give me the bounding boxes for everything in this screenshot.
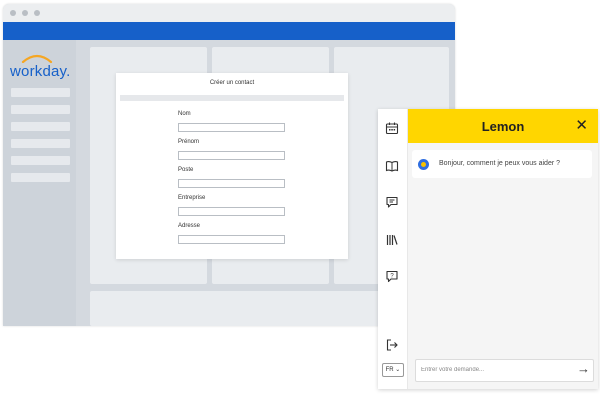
- sidebar-item[interactable]: [11, 139, 70, 148]
- sidebar-item[interactable]: [11, 173, 70, 182]
- language-select[interactable]: FR ⌄: [382, 363, 404, 377]
- window-maximize-dot[interactable]: [34, 10, 40, 16]
- brand-text: workday.: [10, 63, 71, 80]
- bot-message-text: Bonjour, comment je peux vous aider ?: [439, 160, 561, 167]
- field-label-adresse: Adresse: [178, 223, 201, 229]
- sidebar: workday.: [3, 40, 76, 326]
- entreprise-field[interactable]: [178, 207, 285, 216]
- nom-field[interactable]: [178, 123, 285, 132]
- bot-avatar-icon: [418, 159, 429, 170]
- dialog-title: Créer un contact: [209, 80, 255, 86]
- chat-input-row: →: [415, 359, 594, 382]
- close-icon[interactable]: ✕: [575, 116, 588, 134]
- workday-arc-icon: [21, 54, 53, 63]
- lemon-assistant-panel: ? FR ⌄ Lemon ✕ Bonjour, comment je peux …: [378, 109, 598, 389]
- chat-input[interactable]: [421, 364, 566, 376]
- chat-header: Lemon ✕: [408, 109, 598, 143]
- window-titlebar: [3, 4, 455, 22]
- field-label-nom: Nom: [178, 111, 191, 117]
- chat-icon[interactable]: [385, 195, 399, 209]
- dialog-toolbar: [120, 95, 344, 101]
- window-close-dot[interactable]: [10, 10, 16, 16]
- field-label-entreprise: Entreprise: [178, 195, 206, 201]
- field-label-poste: Poste: [178, 167, 194, 173]
- sidebar-item[interactable]: [11, 105, 70, 114]
- prenom-field[interactable]: [178, 151, 285, 160]
- adresse-field[interactable]: [178, 235, 285, 244]
- chat-area: Lemon ✕ Bonjour, comment je peux vous ai…: [408, 109, 598, 389]
- logout-icon[interactable]: [385, 338, 399, 352]
- book-icon[interactable]: [385, 159, 399, 173]
- sidebar-item[interactable]: [11, 156, 70, 165]
- sidebar-item[interactable]: [11, 88, 70, 97]
- sidebar-item[interactable]: [11, 122, 70, 131]
- library-icon[interactable]: [385, 233, 399, 247]
- bot-message: Bonjour, comment je peux vous aider ?: [412, 150, 592, 178]
- help-icon[interactable]: ?: [385, 269, 399, 283]
- top-navbar: [3, 22, 455, 40]
- create-contact-dialog: Créer un contact Nom Prénom Poste Entrep…: [116, 73, 348, 259]
- workday-logo: workday.: [10, 53, 72, 83]
- send-arrow-icon[interactable]: →: [577, 361, 590, 376]
- calendar-icon[interactable]: [385, 121, 399, 135]
- field-label-prenom: Prénom: [178, 139, 200, 145]
- poste-field[interactable]: [178, 179, 285, 188]
- assistant-rail: ? FR ⌄: [378, 109, 408, 389]
- assistant-title: Lemon: [481, 119, 525, 134]
- window-minimize-dot[interactable]: [22, 10, 28, 16]
